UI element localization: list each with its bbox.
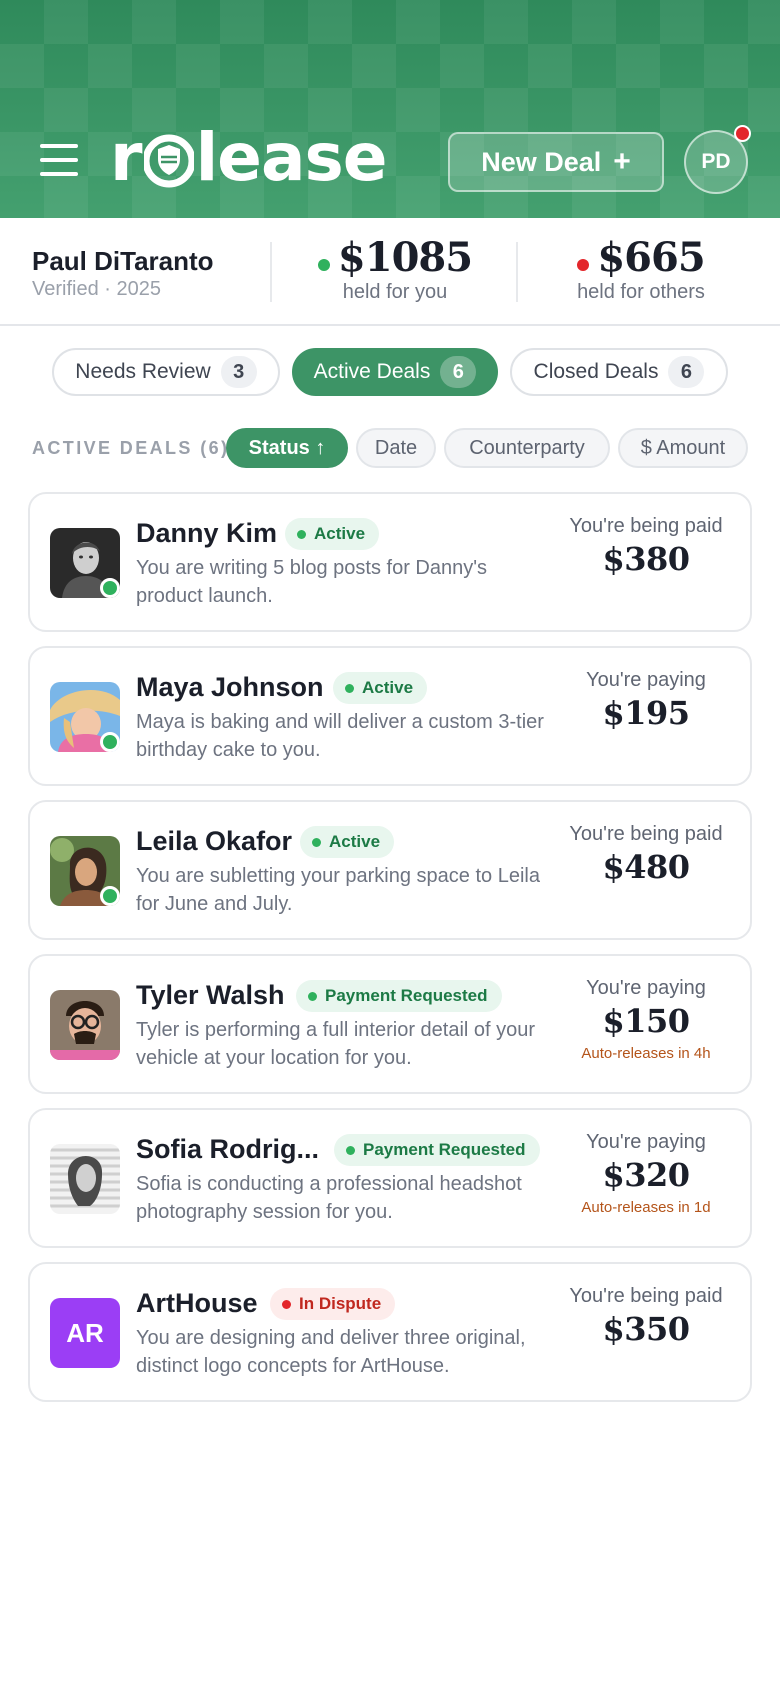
tab-count-badge: 3 bbox=[220, 356, 257, 388]
tab-needs-review[interactable]: Needs Review 3 bbox=[52, 348, 280, 396]
tab-label: Needs Review bbox=[75, 360, 211, 383]
user-verified-status: Verified · 2025 bbox=[32, 278, 161, 300]
online-status-dot bbox=[100, 886, 120, 906]
held-for-you-label: held for you bbox=[342, 281, 448, 303]
deal-amount: $380 bbox=[602, 540, 690, 578]
online-status-dot bbox=[100, 578, 120, 598]
avatar bbox=[50, 990, 120, 1060]
deal-card[interactable]: Tyler Walsh Payment Requested Tyler is p… bbox=[28, 954, 752, 1094]
deal-amount-block: You're paying $320 Auto-releases in 1d bbox=[562, 1130, 730, 1218]
plus-icon: + bbox=[613, 145, 631, 178]
hamburger-menu-icon[interactable] bbox=[40, 144, 84, 180]
payment-direction: You're being paid bbox=[569, 515, 723, 537]
payment-direction: You're being paid bbox=[569, 823, 723, 845]
green-status-dot bbox=[317, 258, 330, 271]
deal-card[interactable]: Sofia Rodrig... Payment Requested Sofia … bbox=[28, 1108, 752, 1248]
counterparty-name: Danny Kim bbox=[136, 518, 278, 548]
divider bbox=[516, 242, 518, 302]
status-badge: Active bbox=[333, 672, 428, 704]
app-header: r lease New Deal + PD bbox=[0, 0, 780, 218]
counterparty-name: ArtHouse bbox=[136, 1288, 258, 1318]
deal-card[interactable]: Danny Kim Active You are writing 5 blog … bbox=[28, 492, 752, 632]
avatar bbox=[50, 1144, 120, 1214]
deal-amount: $320 bbox=[602, 1156, 690, 1194]
counterparty-name: Sofia Rodrig... bbox=[136, 1134, 320, 1164]
online-status-dot bbox=[100, 732, 120, 752]
status-text: Active bbox=[329, 832, 381, 851]
avatar-initials: AR bbox=[66, 1317, 104, 1348]
status-text: Payment Requested bbox=[363, 1140, 526, 1159]
counterparty-name: Leila Okafor bbox=[136, 826, 293, 856]
deal-amount-block: You're being paid $350 bbox=[562, 1284, 730, 1350]
payment-direction: You're being paid bbox=[569, 1285, 723, 1307]
status-text: Active bbox=[362, 678, 414, 697]
payment-direction: You're paying bbox=[586, 977, 706, 999]
tab-active-deals[interactable]: Active Deals 6 bbox=[292, 348, 498, 396]
status-text: Payment Requested bbox=[325, 986, 488, 1005]
deal-description: You are designing and deliver three orig… bbox=[136, 1327, 526, 1377]
deal-amount: $195 bbox=[602, 694, 690, 732]
deal-amount-block: You're paying $150 Auto-releases in 4h bbox=[562, 976, 730, 1064]
deal-amount-block: You're being paid $480 bbox=[562, 822, 730, 888]
deal-description: Tyler is performing a full interior deta… bbox=[136, 1019, 536, 1069]
release-logo[interactable]: r lease bbox=[110, 118, 388, 198]
new-deal-label: New Deal bbox=[481, 146, 602, 177]
logo-text-left: r bbox=[110, 119, 143, 196]
tab-label: Closed Deals bbox=[533, 360, 659, 383]
status-text: In Dispute bbox=[299, 1294, 382, 1313]
user-name: Paul DiTaranto bbox=[32, 246, 214, 276]
held-for-others-amount: $665 bbox=[597, 234, 705, 281]
deal-tabs: Needs Review 3 Active Deals 6 Closed Dea… bbox=[52, 348, 728, 396]
deal-amount-block: You're paying $195 bbox=[562, 668, 730, 734]
new-deal-button[interactable]: New Deal + bbox=[448, 132, 664, 192]
logo-text-right: lease bbox=[195, 119, 388, 196]
deal-amount: $480 bbox=[602, 848, 690, 886]
deal-card[interactable]: Leila Okafor Active You are subletting y… bbox=[28, 800, 752, 940]
sort-date-button[interactable]: Date bbox=[356, 428, 436, 468]
payment-direction: You're paying bbox=[586, 1131, 706, 1153]
avatar: AR bbox=[50, 1298, 120, 1368]
counterparty-name: Maya Johnson bbox=[136, 672, 324, 702]
status-badge: Payment Requested bbox=[296, 980, 502, 1012]
held-for-you-stat: $1085 held for you bbox=[300, 234, 490, 304]
deal-description: You are writing 5 blog posts for Danny's… bbox=[136, 557, 488, 607]
tab-label: Active Deals bbox=[313, 360, 431, 383]
payment-direction: You're paying bbox=[586, 669, 706, 691]
shield-logo-icon bbox=[143, 134, 194, 188]
notification-dot bbox=[734, 125, 751, 142]
status-badge: Payment Requested bbox=[334, 1134, 540, 1166]
red-status-dot bbox=[577, 258, 590, 271]
tab-count-badge: 6 bbox=[440, 356, 477, 388]
deal-amount: $350 bbox=[602, 1310, 690, 1348]
auto-release-timer: Auto-releases in 1d bbox=[581, 1199, 711, 1216]
divider bbox=[270, 242, 272, 302]
status-badge: Active bbox=[285, 518, 380, 550]
sort-counterparty-button[interactable]: Counterparty bbox=[444, 428, 610, 468]
held-for-others-label: held for others bbox=[577, 281, 705, 303]
status-badge: In Dispute bbox=[270, 1288, 396, 1320]
held-for-others-stat: $665 held for others bbox=[548, 234, 734, 304]
deal-card[interactable]: AR ArtHouse In Dispute You are designing… bbox=[28, 1262, 752, 1402]
counterparty-name: Tyler Walsh bbox=[136, 980, 285, 1010]
tab-count-badge: 6 bbox=[668, 356, 705, 388]
section-heading: ACTIVE DEALS (6) bbox=[32, 438, 230, 458]
deal-description: Maya is baking and will deliver a custom… bbox=[136, 711, 544, 761]
deal-card[interactable]: Maya Johnson Active Maya is baking and w… bbox=[28, 646, 752, 786]
avatar-initials: PD bbox=[701, 150, 731, 173]
account-summary: Paul DiTaranto Verified · 2025 $1085 hel… bbox=[0, 218, 780, 326]
deal-amount-block: You're being paid $380 bbox=[562, 514, 730, 580]
deal-description: Sofia is conducting a professional heads… bbox=[136, 1173, 522, 1223]
held-for-you-amount: $1085 bbox=[337, 234, 473, 281]
sort-amount-button[interactable]: $ Amount bbox=[618, 428, 748, 468]
deal-description: You are subletting your parking space to… bbox=[136, 865, 540, 915]
auto-release-timer: Auto-releases in 4h bbox=[581, 1045, 711, 1062]
status-badge: Active bbox=[300, 826, 395, 858]
tab-closed-deals[interactable]: Closed Deals 6 bbox=[510, 348, 728, 396]
deal-amount: $150 bbox=[602, 1002, 690, 1040]
status-text: Active bbox=[314, 524, 366, 543]
sort-status-button[interactable]: Status ↑ bbox=[226, 428, 348, 468]
